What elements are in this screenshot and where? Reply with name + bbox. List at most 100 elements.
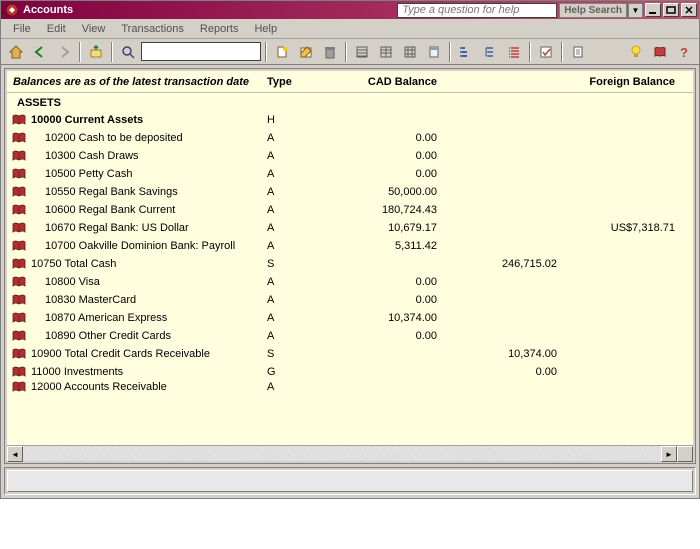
ledger-icon	[7, 381, 31, 393]
book-help-button[interactable]	[649, 41, 671, 63]
section-assets: ASSETS	[7, 93, 693, 111]
edit-button[interactable]	[295, 41, 317, 63]
grid-header: Balances are as of the latest transactio…	[7, 71, 693, 93]
account-row[interactable]: 10870 American ExpressA10,374.00	[7, 309, 693, 327]
account-name: 10870 American Express	[31, 312, 267, 324]
account-row[interactable]: 11000 InvestmentsG0.00	[7, 363, 693, 381]
account-row[interactable]: 10670 Regal Bank: US DollarA10,679.17US$…	[7, 219, 693, 237]
account-row[interactable]: 10200 Cash to be depositedA0.00	[7, 129, 693, 147]
account-name: 10000 Current Assets	[31, 114, 267, 126]
cad-balance: 0.00	[337, 150, 457, 162]
account-name: 10670 Regal Bank: US Dollar	[31, 222, 267, 234]
cad-balance: 0.00	[337, 168, 457, 180]
account-row[interactable]: 10700 Oakville Dominion Bank: PayrollA5,…	[7, 237, 693, 255]
minimize-button[interactable]	[645, 3, 661, 17]
separator	[449, 42, 451, 62]
statusbar	[4, 467, 696, 495]
scroll-left-button[interactable]: ◄	[7, 446, 23, 462]
menubar: File Edit View Transactions Reports Help	[1, 19, 699, 39]
parent-button[interactable]	[85, 41, 107, 63]
help-button[interactable]: ?	[673, 41, 695, 63]
menu-edit[interactable]: Edit	[39, 21, 74, 37]
grid2-button[interactable]	[375, 41, 397, 63]
account-row[interactable]: 10600 Regal Bank CurrentA180,724.43	[7, 201, 693, 219]
account-name: 10200 Cash to be deposited	[31, 132, 267, 144]
tree2-button[interactable]	[479, 41, 501, 63]
forward-button[interactable]	[53, 41, 75, 63]
list-button[interactable]	[503, 41, 525, 63]
grid1-button[interactable]	[351, 41, 373, 63]
ledger-icon	[7, 294, 31, 306]
horizontal-scrollbar[interactable]: ◄ ►	[7, 445, 693, 461]
ledger-icon	[7, 204, 31, 216]
subtotal: 0.00	[457, 366, 567, 378]
new-button[interactable]	[271, 41, 293, 63]
header-status-text: Balances are as of the latest transactio…	[7, 76, 267, 88]
cad-balance: 0.00	[337, 276, 457, 288]
close-button[interactable]	[681, 3, 697, 17]
titlebar: Accounts Help Search ▼	[1, 1, 699, 19]
ledger-icon	[7, 276, 31, 288]
account-type: A	[267, 222, 337, 234]
scroll-track[interactable]	[23, 446, 661, 461]
help-search-button[interactable]: Help Search	[559, 3, 627, 18]
account-name: 10300 Cash Draws	[31, 150, 267, 162]
menu-help[interactable]: Help	[246, 21, 285, 37]
header-type[interactable]: Type	[267, 76, 337, 88]
grid-body[interactable]: ASSETS 10000 Current AssetsH10200 Cash t…	[7, 93, 693, 445]
ledger-icon	[7, 150, 31, 162]
account-row[interactable]: 10800 VisaA0.00	[7, 273, 693, 291]
grid3-button[interactable]	[399, 41, 421, 63]
subtotal: 10,374.00	[457, 348, 567, 360]
account-row[interactable]: 12000 Accounts ReceivableA	[7, 381, 693, 393]
ledger-icon	[7, 312, 31, 324]
ledger-icon	[7, 222, 31, 234]
cad-balance: 0.00	[337, 132, 457, 144]
scroll-right-button[interactable]: ►	[661, 446, 677, 462]
cad-balance: 0.00	[337, 294, 457, 306]
check-button[interactable]	[535, 41, 557, 63]
report-button[interactable]	[567, 41, 589, 63]
home-button[interactable]	[5, 41, 27, 63]
menu-transactions[interactable]: Transactions	[113, 21, 192, 37]
cad-balance: 50,000.00	[337, 186, 457, 198]
ledger-icon	[7, 348, 31, 360]
header-foreign-balance[interactable]: Foreign Balance	[567, 76, 693, 88]
account-row[interactable]: 10890 Other Credit CardsA0.00	[7, 327, 693, 345]
account-row[interactable]: 10750 Total CashS246,715.02	[7, 255, 693, 273]
maximize-button[interactable]	[663, 3, 679, 17]
account-row[interactable]: 10830 MasterCardA0.00	[7, 291, 693, 309]
menu-file[interactable]: File	[5, 21, 39, 37]
account-type: A	[267, 312, 337, 324]
cad-balance: 10,679.17	[337, 222, 457, 234]
menu-view[interactable]: View	[74, 21, 114, 37]
account-type: A	[267, 204, 337, 216]
account-type: A	[267, 294, 337, 306]
account-row[interactable]: 10550 Regal Bank SavingsA50,000.00	[7, 183, 693, 201]
account-row[interactable]: 10500 Petty CashA0.00	[7, 165, 693, 183]
separator	[529, 42, 531, 62]
find-button[interactable]	[117, 41, 139, 63]
account-row[interactable]: 10300 Cash DrawsA0.00	[7, 147, 693, 165]
calc-button[interactable]	[423, 41, 445, 63]
account-row[interactable]: 10900 Total Credit Cards ReceivableS 10,3…	[7, 345, 693, 363]
account-name: 10600 Regal Bank Current	[31, 204, 267, 216]
window-title: Accounts	[23, 4, 73, 16]
help-question-input[interactable]	[397, 3, 557, 18]
cad-balance: 5,311.42	[337, 240, 457, 252]
menu-reports[interactable]: Reports	[192, 21, 247, 37]
separator	[265, 42, 267, 62]
back-button[interactable]	[29, 41, 51, 63]
account-name: 10900 Total Credit Cards Receivable	[31, 348, 267, 360]
separator	[561, 42, 563, 62]
header-cad-balance[interactable]: CAD Balance	[337, 76, 457, 88]
account-type: A	[267, 240, 337, 252]
account-row[interactable]: 10000 Current AssetsH	[7, 111, 693, 129]
tree1-button[interactable]	[455, 41, 477, 63]
help-dropdown-button[interactable]: ▼	[628, 3, 643, 18]
ledger-icon	[7, 132, 31, 144]
delete-button[interactable]	[319, 41, 341, 63]
account-type: S	[267, 348, 337, 360]
toolbar-search-input[interactable]	[141, 42, 261, 61]
tip-button[interactable]	[625, 41, 647, 63]
